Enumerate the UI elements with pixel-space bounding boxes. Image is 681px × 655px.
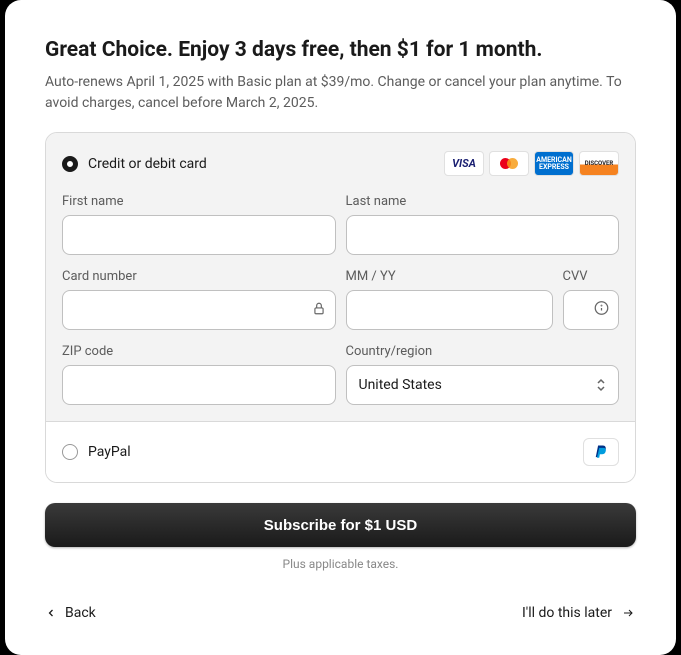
card-option-header: Credit or debit card VISA AMERICANEXPRES…: [62, 151, 619, 176]
last-name-label: Last name: [346, 194, 620, 209]
expiry-field: MM / YY: [346, 269, 553, 330]
paypal-payment-option[interactable]: PayPal: [46, 421, 635, 482]
amex-icon: AMERICANEXPRESS: [534, 151, 574, 176]
first-name-input[interactable]: [62, 215, 336, 255]
info-icon[interactable]: [594, 301, 609, 320]
card-number-input[interactable]: [62, 290, 336, 330]
payment-methods: Credit or debit card VISA AMERICANEXPRES…: [45, 132, 636, 483]
mastercard-icon: [489, 151, 529, 176]
paypal-radio[interactable]: [62, 444, 78, 460]
country-field: Country/region United States: [346, 344, 620, 405]
expiry-label: MM / YY: [346, 269, 553, 284]
first-name-label: First name: [62, 194, 336, 209]
lock-icon: [312, 301, 326, 320]
card-radio[interactable]: [62, 156, 78, 172]
country-value: United States: [359, 377, 442, 393]
card-payment-option: Credit or debit card VISA AMERICANEXPRES…: [46, 133, 635, 421]
discover-icon: DISCOVER: [579, 151, 619, 176]
card-brand-logos: VISA AMERICANEXPRESS DISCOVER: [444, 151, 619, 176]
card-option-label: Credit or debit card: [88, 156, 207, 172]
page-title: Great Choice. Enjoy 3 days free, then $1…: [45, 38, 636, 62]
paypal-icon: [583, 438, 619, 466]
card-number-field: Card number: [62, 269, 336, 330]
expiry-input[interactable]: [346, 290, 553, 330]
tax-note: Plus applicable taxes.: [45, 557, 636, 571]
chevron-left-icon: [45, 607, 57, 619]
paypal-option-label: PayPal: [88, 444, 131, 460]
cvv-input[interactable]: [563, 290, 620, 330]
zip-input[interactable]: [62, 365, 336, 405]
chevron-up-down-icon: [596, 378, 606, 393]
page-subtitle: Auto-renews April 1, 2025 with Basic pla…: [45, 72, 636, 114]
back-label: Back: [65, 605, 96, 621]
modal-footer: Back I'll do this later: [45, 605, 636, 621]
last-name-field: Last name: [346, 194, 620, 255]
subscribe-button[interactable]: Subscribe for $1 USD: [45, 503, 636, 547]
back-button[interactable]: Back: [45, 605, 96, 621]
card-number-label: Card number: [62, 269, 336, 284]
zip-label: ZIP code: [62, 344, 336, 359]
last-name-input[interactable]: [346, 215, 620, 255]
do-later-label: I'll do this later: [522, 605, 612, 621]
arrow-right-icon: [620, 607, 636, 619]
do-later-button[interactable]: I'll do this later: [522, 605, 636, 621]
first-name-field: First name: [62, 194, 336, 255]
zip-field: ZIP code: [62, 344, 336, 405]
country-select[interactable]: United States: [346, 365, 620, 405]
country-label: Country/region: [346, 344, 620, 359]
cvv-field: CVV: [563, 269, 620, 330]
visa-icon: VISA: [444, 151, 484, 176]
checkout-modal: Great Choice. Enjoy 3 days free, then $1…: [5, 0, 676, 655]
cvv-label: CVV: [563, 269, 620, 284]
